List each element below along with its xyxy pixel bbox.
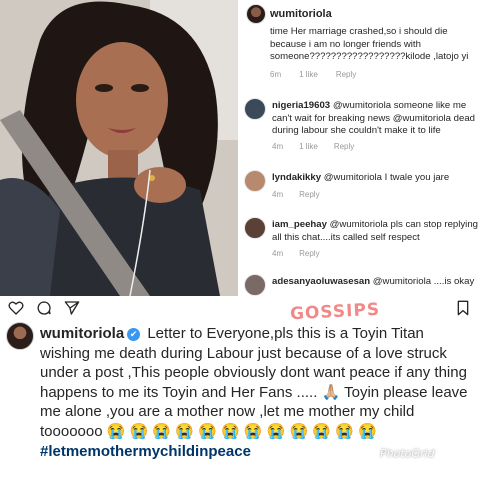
comment-username[interactable]: lyndakikky xyxy=(272,172,321,183)
comment-username[interactable]: adesanyaoluwasesan xyxy=(272,276,370,287)
avatar[interactable] xyxy=(244,170,266,192)
comment-body: iam_peehay @wumitoriola pls can stop rep… xyxy=(272,219,480,244)
comment-meta: 4m Reply xyxy=(272,249,320,258)
comment-username[interactable]: nigeria19603 xyxy=(272,100,330,111)
first-comment-text: time Her marriage crashed,so i should di… xyxy=(270,26,469,62)
comment-likes[interactable]: 1 like xyxy=(299,70,318,79)
heart-icon[interactable] xyxy=(8,300,24,316)
comment-text: @wumitoriola ....is okay xyxy=(372,276,475,287)
comment-meta: 4m 1 like Reply xyxy=(272,142,354,151)
comment-meta: 4m Reply xyxy=(272,190,320,199)
comment-text: @wumitoriola I twale you jare xyxy=(323,172,450,183)
post-caption: wumitoriola ✔ Letter to Everyone,pls this… xyxy=(40,324,472,461)
share-icon[interactable] xyxy=(64,300,80,316)
avatar[interactable] xyxy=(244,274,266,296)
caption-text: Letter to Everyone,pls this is a Toyin T… xyxy=(40,325,468,440)
reply-button[interactable]: Reply xyxy=(336,70,356,79)
comment-body: nigeria19603 @wumitoriola someone like m… xyxy=(272,100,480,138)
avatar[interactable] xyxy=(6,322,34,350)
photogrid-watermark: PhotoGrid xyxy=(380,447,435,460)
comment-likes[interactable]: 1 like xyxy=(299,142,318,151)
comment-time: 6m xyxy=(270,70,282,79)
comment-icon[interactable] xyxy=(36,300,52,316)
reply-button[interactable]: Reply xyxy=(334,142,354,151)
post-action-bar xyxy=(8,300,80,316)
comment-time: 4m xyxy=(272,249,284,258)
avatar[interactable] xyxy=(244,98,266,120)
avatar[interactable] xyxy=(246,4,266,24)
hashtag-link[interactable]: #letmemothermychildinpeace xyxy=(40,443,251,460)
comment-body: lyndakikky @wumitoriola I twale you jare xyxy=(272,172,480,185)
verified-badge-icon: ✔ xyxy=(127,328,141,341)
comments-header: wumitoriola xyxy=(246,4,332,24)
selfie-illustration xyxy=(0,0,238,296)
comments-username[interactable]: wumitoriola xyxy=(270,8,332,20)
comment-username[interactable]: iam_peehay xyxy=(272,219,327,230)
comments-panel: wumitoriola time Her marriage crashed,so… xyxy=(238,0,480,296)
post-username[interactable]: wumitoriola xyxy=(40,325,124,342)
reply-button[interactable]: Reply xyxy=(299,249,319,258)
caption-emoji: 😭 xyxy=(358,422,377,440)
selfie-photo xyxy=(0,0,238,296)
first-comment-meta: 6m 1 like Reply xyxy=(270,70,356,79)
bookmark-icon[interactable] xyxy=(456,300,470,316)
red-watermark: GOSSIPS xyxy=(289,299,381,325)
reply-button[interactable]: Reply xyxy=(299,190,319,199)
comment-body: adesanyaoluwasesan @wumitoriola ....is o… xyxy=(272,276,480,289)
comment-time: 4m xyxy=(272,142,284,151)
comment-time: 4m xyxy=(272,190,284,199)
avatar[interactable] xyxy=(244,217,266,239)
